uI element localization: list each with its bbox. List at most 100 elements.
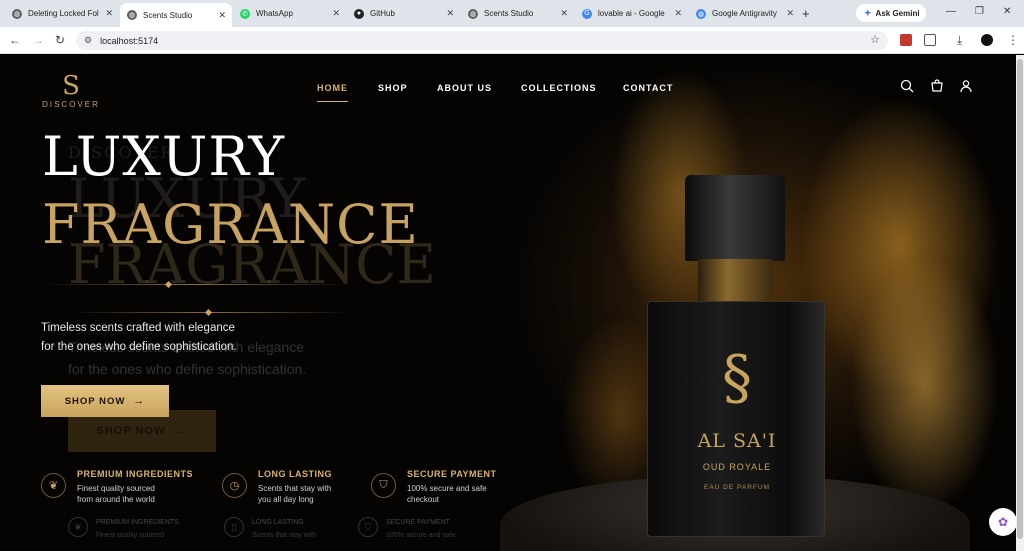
cart-icon[interactable] <box>930 79 944 93</box>
browser-tab-bar: ◍ Deleting Locked Fol ✕ ◍ Scents Studio … <box>0 0 1024 27</box>
bottle-emblem-icon: § <box>722 343 752 413</box>
download-icon[interactable]: ⤓ <box>957 33 962 48</box>
tab-whatsapp[interactable]: ✆ WhatsApp ✕ <box>234 3 346 24</box>
leaf-icon: ❦ <box>41 473 66 498</box>
forward-icon[interactable]: → <box>32 33 44 47</box>
close-icon[interactable]: ✕ <box>674 8 682 19</box>
close-icon[interactable]: ✕ <box>446 8 454 19</box>
globe-icon: ◍ <box>468 8 478 19</box>
menu-kebab-icon[interactable]: ⋮ <box>1007 33 1019 47</box>
nav-collections[interactable]: COLLECTIONS <box>521 83 597 97</box>
close-icon[interactable]: ✕ <box>218 10 226 21</box>
extension-icon[interactable] <box>900 34 912 46</box>
tab-label: WhatsApp <box>256 9 293 18</box>
tab-label: Deleting Locked Fol <box>28 9 99 18</box>
tab-google-antigravity[interactable]: ◍ Google Antigravity ✕ <box>690 3 800 24</box>
bookmark-star-icon[interactable]: ☆ <box>870 33 880 46</box>
clock-icon: ◷ <box>222 473 247 498</box>
close-icon[interactable]: ✕ <box>560 8 568 19</box>
tab-deleting-locked[interactable]: ◍ Deleting Locked Fol ✕ <box>6 3 119 24</box>
product-type: EAU DE PARFUM <box>704 484 770 491</box>
new-tab-button[interactable]: + <box>802 6 810 21</box>
ghost-feature-desc: Finest quality sourced <box>96 532 165 539</box>
close-icon[interactable]: ✕ <box>786 8 794 19</box>
globe-icon: ◍ <box>12 8 22 19</box>
product-name: OUD ROYALE <box>702 462 772 472</box>
tab-label: Scents Studio <box>143 10 193 20</box>
scrollbar-thumb[interactable] <box>1017 59 1023 539</box>
close-icon[interactable]: ✕ <box>332 8 340 19</box>
site-info-icon[interactable]: ⚙ <box>84 35 92 46</box>
ghost-feature-title: LONG LASTING <box>252 519 304 526</box>
ghost-tagline-line: for the ones who define sophistication. <box>68 361 307 377</box>
ghost-feature-title: SECURE PAYMENT <box>386 519 450 526</box>
tab-github[interactable]: ● GitHub ✕ <box>348 3 460 24</box>
profile-avatar[interactable] <box>981 34 993 46</box>
page-scrollbar[interactable] <box>1016 55 1024 551</box>
hero-tagline: Timeless scents crafted with elegance fo… <box>41 319 237 357</box>
feature-desc-line: checkout <box>407 495 440 504</box>
site-logo[interactable]: S DISCOVER <box>40 72 102 109</box>
perfume-bottle: § AL SA'I OUD ROYALE EAU DE PARFUM <box>647 301 825 537</box>
leaf-icon: ❦ <box>68 517 88 537</box>
bottle-cap <box>685 175 785 261</box>
nav-about-us[interactable]: ABOUT US <box>437 83 492 97</box>
tab-lovable-ai[interactable]: G lovable ai - Google ✕ <box>576 3 688 24</box>
arrow-right-icon: → <box>133 395 146 407</box>
globe-icon: ◍ <box>696 8 706 19</box>
hero-title-line2: FRAGRANCE <box>42 193 419 256</box>
ghost-feature-desc: Scents that stay with <box>252 532 317 539</box>
tagline-line: Timeless scents crafted with elegance <box>41 322 235 334</box>
ask-gemini-label: Ask Gemini <box>875 8 920 18</box>
back-icon[interactable]: ← <box>9 33 21 47</box>
feature-title: PREMIUM INGREDIENTS <box>77 469 194 479</box>
nav-shop[interactable]: SHOP <box>378 83 408 97</box>
tab-label: GitHub <box>370 9 395 18</box>
tab-label: Scents Studio <box>484 9 534 18</box>
divider <box>41 284 351 285</box>
assistant-floating-icon[interactable]: ✿ <box>989 508 1016 536</box>
hero-title-line1: LUXURY <box>42 125 286 188</box>
nav-contact[interactable]: CONTACT <box>623 83 673 97</box>
address-bar[interactable]: ⚙ localhost:5174 ☆ <box>76 31 888 50</box>
minimize-icon[interactable]: — <box>946 6 956 17</box>
feature-title: SECURE PAYMENT <box>407 469 497 479</box>
restore-icon[interactable]: ❐ <box>975 6 984 17</box>
gemini-icon: ✦ <box>864 7 872 18</box>
close-icon[interactable]: ✕ <box>105 8 113 19</box>
reload-icon[interactable]: ↻ <box>55 33 65 47</box>
search-icon[interactable] <box>900 79 914 93</box>
logo-wordmark: DISCOVER <box>42 100 100 109</box>
shop-now-button[interactable]: SHOP NOW → <box>41 385 169 417</box>
whatsapp-icon: ✆ <box>240 8 250 19</box>
website-viewport: S DISCOVER HOME SHOP ABOUT US COLLECTION… <box>0 55 1016 551</box>
bottle-neck <box>698 259 772 303</box>
ask-gemini-button[interactable]: ✦ Ask Gemini <box>856 4 926 22</box>
user-icon[interactable] <box>959 79 973 93</box>
feature-desc-line: 100% secure and safe <box>407 484 487 493</box>
google-icon: G <box>582 8 592 19</box>
feature-desc: Scents that stay with you all day long <box>258 483 331 505</box>
shop-now-label: SHOP NOW <box>64 395 126 407</box>
extensions-puzzle-icon[interactable] <box>924 34 936 46</box>
flame-glow <box>850 255 1000 515</box>
nav-home[interactable]: HOME <box>317 83 348 102</box>
feature-desc: 100% secure and safe checkout <box>407 483 487 505</box>
tab-scents-studio-active[interactable]: ◍ Scents Studio ✕ <box>120 3 232 27</box>
ghost-feature-desc: 100% secure and safe <box>386 532 456 539</box>
ghost-cta-label: SHOP NOW <box>96 425 166 437</box>
ghost-feature-title: PREMIUM INGREDIENTS <box>96 519 179 526</box>
feature-desc-line: you all day long <box>258 495 314 504</box>
url-text: localhost:5174 <box>100 35 159 46</box>
tab-label: Google Antigravity <box>712 9 777 18</box>
feature-title: LONG LASTING <box>258 469 332 479</box>
tagline-line: for the ones who define sophistication. <box>41 341 237 353</box>
close-window-icon[interactable]: ✕ <box>1003 6 1011 17</box>
shield-icon: ⛉ <box>358 517 378 537</box>
browser-toolbar: ← → ↻ ⚙ localhost:5174 ☆ ⤓ ⋮ <box>0 27 1024 54</box>
feature-desc-line: Scents that stay with <box>258 484 332 493</box>
shield-icon: ⛉ <box>371 473 396 498</box>
bottle-icon: ▯ <box>224 517 244 537</box>
tab-scents-studio[interactable]: ◍ Scents Studio ✕ <box>462 3 574 24</box>
diamond-ornament <box>204 308 213 317</box>
